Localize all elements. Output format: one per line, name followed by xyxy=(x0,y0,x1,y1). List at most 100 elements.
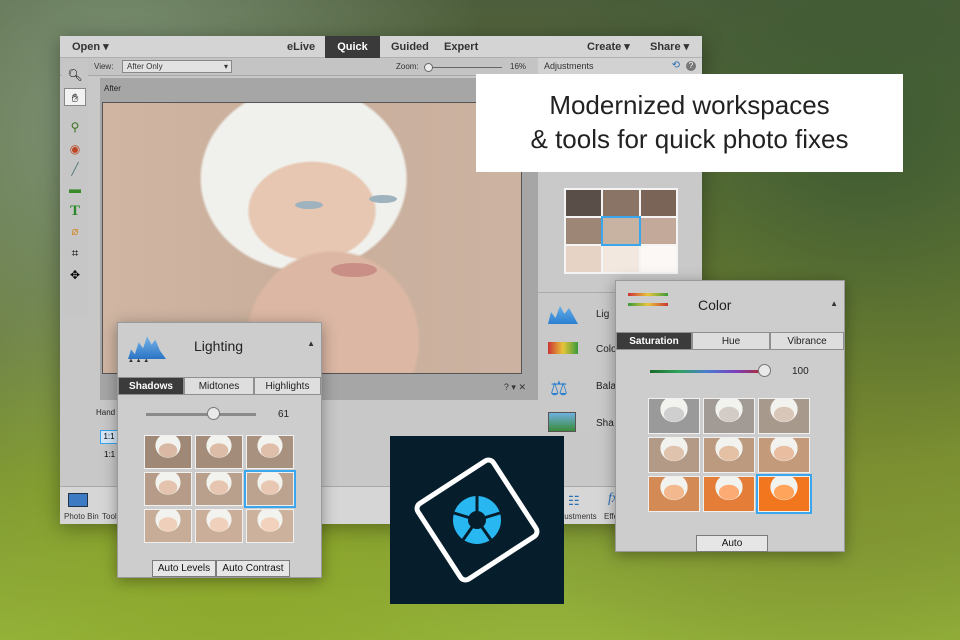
preset-thumb[interactable] xyxy=(601,216,641,246)
menu-create[interactable]: Create ▾ xyxy=(587,36,630,58)
whiten-teeth-icon[interactable]: ╱ xyxy=(64,160,86,178)
menu-open[interactable]: Open ▾ xyxy=(72,36,109,58)
tab-guided[interactable]: Guided xyxy=(391,36,429,58)
variation-thumbnail[interactable] xyxy=(195,472,243,506)
histogram-icon xyxy=(128,336,166,359)
variation-thumbnail[interactable] xyxy=(648,398,700,434)
variation-thumbnail[interactable] xyxy=(758,398,810,434)
red-eye-icon[interactable]: ◉ xyxy=(64,140,86,158)
callout-line-2: & tools for quick photo fixes xyxy=(530,124,849,154)
color-panel: Color ▲ Saturation Hue Vibrance 100 Auto xyxy=(615,280,845,552)
hand-label: Hand xyxy=(96,408,116,417)
balance-icon[interactable]: ⚖︎ xyxy=(550,376,568,401)
preset-thumb[interactable] xyxy=(640,190,676,216)
move-tool-icon[interactable]: ✥ xyxy=(64,266,86,284)
color-variations-grid xyxy=(648,398,812,514)
variation-thumbnail[interactable] xyxy=(244,470,296,508)
lighting-panel: ▲ ▲ ▲ Lighting ▲ Shadows Midtones Highli… xyxy=(117,322,322,578)
tab-hue[interactable]: Hue xyxy=(692,332,770,350)
variation-thumbnail[interactable] xyxy=(703,437,755,473)
variation-thumbnail[interactable] xyxy=(195,509,243,543)
color-icon-bar xyxy=(628,303,668,306)
collapse-icon[interactable]: ▲ xyxy=(307,339,315,348)
view-select-value: After Only xyxy=(127,62,163,71)
list-color-label[interactable]: Colo xyxy=(596,344,617,355)
app-logo xyxy=(390,436,564,604)
color-icon[interactable] xyxy=(548,342,578,354)
preset-thumb[interactable] xyxy=(566,218,602,244)
crop-tool-icon[interactable]: ⌗ xyxy=(64,244,86,262)
variation-thumbnail[interactable] xyxy=(648,476,700,512)
color-tabs: Saturation Hue Vibrance xyxy=(616,332,844,350)
help-icon[interactable]: ? xyxy=(686,61,696,71)
tab-vibrance[interactable]: Vibrance xyxy=(770,332,844,350)
variation-thumbnail[interactable] xyxy=(246,435,294,469)
variation-thumbnail[interactable] xyxy=(756,474,812,514)
quick-selection-icon[interactable]: ⚲ xyxy=(64,118,86,136)
auto-contrast-button[interactable]: Auto Contrast xyxy=(216,560,290,577)
variation-thumbnail[interactable] xyxy=(758,437,810,473)
one-to-one-button[interactable]: 1:1 xyxy=(100,430,118,444)
auto-color-button[interactable]: Auto xyxy=(696,535,768,552)
variation-thumbnail[interactable] xyxy=(703,398,755,434)
preset-thumb[interactable] xyxy=(640,218,676,244)
tool-options-label[interactable]: Tool xyxy=(102,512,117,521)
hand-tool-icon[interactable]: ✋︎ xyxy=(64,88,86,106)
toolbox: 🔍︎ ✋︎ ⚲ ◉ ╱ ▬ T ⌀ ⌗ ✥ xyxy=(62,62,88,316)
tab-shadows[interactable]: Shadows xyxy=(118,377,184,395)
zoom-slider-knob[interactable] xyxy=(423,63,433,72)
zoom-tool-icon[interactable]: 🔍︎ xyxy=(64,66,86,84)
preset-thumb[interactable] xyxy=(566,190,602,216)
spot-healing-icon[interactable]: ⌀ xyxy=(64,222,86,240)
variation-thumbnail[interactable] xyxy=(195,435,243,469)
collapse-icon[interactable]: ▲ xyxy=(830,299,838,308)
tab-saturation[interactable]: Saturation xyxy=(616,332,692,350)
preset-thumb[interactable] xyxy=(640,246,676,272)
zoom-slider-track[interactable] xyxy=(424,67,502,68)
variation-thumbnail[interactable] xyxy=(144,472,192,506)
list-lighting-label[interactable]: Lig xyxy=(596,309,609,320)
preset-grid xyxy=(564,188,678,274)
lighting-icon[interactable] xyxy=(548,306,578,324)
color-title: Color xyxy=(698,297,732,313)
straighten-icon[interactable]: ▬ xyxy=(64,180,86,198)
one-to-one-button-2[interactable]: 1:1 xyxy=(104,450,115,459)
menu-elive[interactable]: eLive xyxy=(287,36,315,58)
view-select[interactable]: After Only ▾ xyxy=(122,60,232,73)
canvas-help-icon[interactable]: ? ▾ ✕ xyxy=(504,382,526,393)
variation-thumbnail[interactable] xyxy=(144,435,192,469)
preset-thumb[interactable] xyxy=(566,246,602,272)
variation-thumbnail[interactable] xyxy=(246,509,294,543)
tab-expert[interactable]: Expert xyxy=(444,36,478,58)
lighting-title: Lighting xyxy=(194,338,244,354)
saturation-slider-track[interactable] xyxy=(650,370,764,373)
callout-line-1: Modernized workspaces xyxy=(549,90,830,120)
lighting-tabs: Shadows Midtones Highlights xyxy=(118,377,321,395)
saturation-slider-value: 100 xyxy=(792,366,809,377)
reset-icon[interactable]: ⟲ xyxy=(672,60,680,71)
preset-thumb[interactable] xyxy=(603,246,639,272)
saturation-slider-knob[interactable] xyxy=(758,364,771,377)
variation-thumbnail[interactable] xyxy=(144,509,192,543)
lighting-slider-knob[interactable] xyxy=(207,407,221,420)
sharpen-icon[interactable] xyxy=(548,412,576,432)
list-sharpen-label[interactable]: Sha xyxy=(596,418,614,429)
photo-bin-icon[interactable] xyxy=(68,493,88,507)
type-tool-icon[interactable]: T xyxy=(64,202,86,220)
tab-midtones[interactable]: Midtones xyxy=(184,377,254,395)
adjustments-icon[interactable]: ☷ xyxy=(568,493,588,508)
auto-levels-button[interactable]: Auto Levels xyxy=(152,560,216,577)
tab-highlights[interactable]: Highlights xyxy=(254,377,321,395)
variation-thumbnail[interactable] xyxy=(648,437,700,473)
left-eye xyxy=(295,201,323,209)
adjustments-title: Adjustments xyxy=(544,61,594,71)
menu-share[interactable]: Share ▾ xyxy=(650,36,689,58)
photo-bin-label[interactable]: Photo Bin xyxy=(64,512,99,521)
preset-thumb[interactable] xyxy=(603,190,639,216)
variation-thumbnail[interactable] xyxy=(703,476,755,512)
options-bar: View: After Only ▾ Zoom: 16% xyxy=(60,58,540,76)
lighting-slider-value: 61 xyxy=(278,409,290,420)
lighting-slider-track[interactable] xyxy=(146,413,256,416)
tab-quick[interactable]: Quick xyxy=(325,36,380,58)
list-balance-label[interactable]: Bala xyxy=(596,381,616,392)
